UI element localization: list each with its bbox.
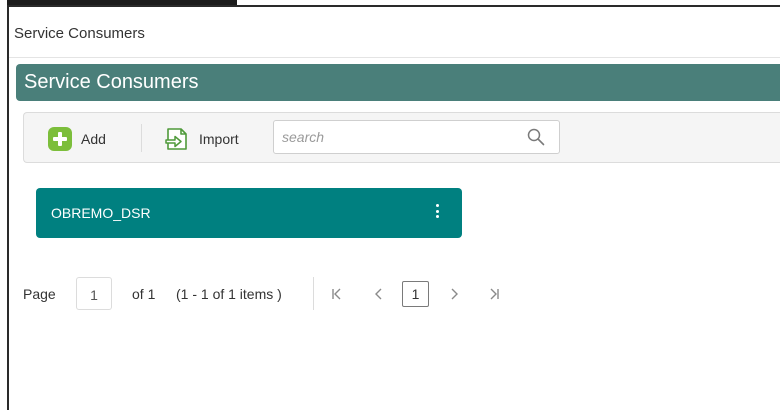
page-count-label: of 1 [132, 286, 156, 302]
search-icon[interactable] [527, 128, 545, 146]
consumer-name: OBREMO_DSR [51, 205, 151, 221]
add-button-label: Add [81, 131, 106, 147]
title-divider [9, 57, 780, 58]
window-title: Service Consumers [14, 25, 145, 42]
page-header-banner: Service Consumers [16, 64, 780, 101]
toolbar: Add Import [23, 112, 780, 163]
consumer-card[interactable]: OBREMO_DSR [36, 188, 462, 238]
search-box [273, 120, 560, 154]
add-button[interactable]: Add [48, 125, 106, 153]
pager-divider [313, 277, 314, 310]
import-button[interactable]: Import [164, 125, 239, 153]
toolbar-divider [141, 124, 142, 152]
import-button-label: Import [199, 131, 239, 147]
page-label: Page [23, 286, 56, 302]
first-page-icon[interactable] [330, 284, 344, 304]
last-page-icon[interactable] [487, 284, 501, 304]
current-page-button[interactable]: 1 [402, 281, 429, 307]
add-icon [48, 127, 72, 151]
more-options-icon[interactable] [434, 204, 440, 222]
pagination: Page of 1 (1 - 1 of 1 items ) 1 [0, 277, 520, 311]
import-icon [165, 128, 187, 150]
page-number-input[interactable] [76, 277, 112, 310]
next-page-icon[interactable] [448, 284, 460, 304]
prev-page-icon[interactable] [373, 284, 385, 304]
search-input[interactable] [274, 121, 514, 153]
item-range-label: (1 - 1 of 1 items ) [176, 286, 282, 302]
page-title: Service Consumers [24, 71, 199, 93]
